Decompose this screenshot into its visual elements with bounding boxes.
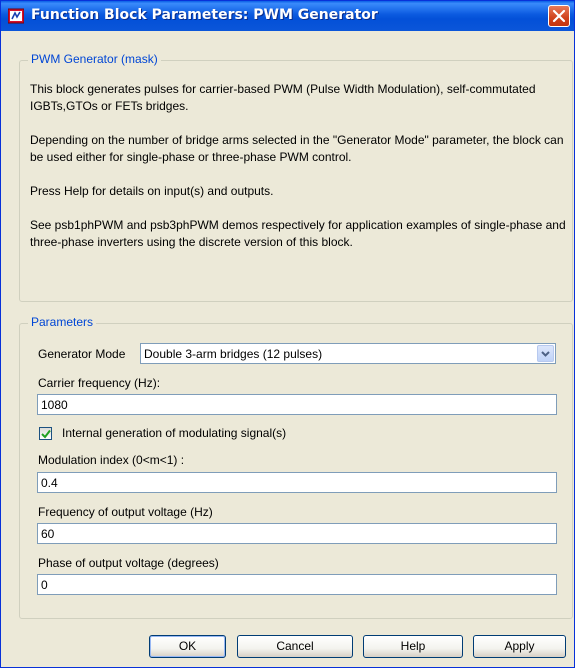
carrier-frequency-field[interactable] xyxy=(37,394,557,415)
dialog-window: Function Block Parameters: PWM Generator… xyxy=(0,0,575,668)
output-phase-field[interactable] xyxy=(37,574,557,595)
output-frequency-label: Frequency of output voltage (Hz) xyxy=(38,505,213,519)
generator-mode-select[interactable]: Double 3-arm bridges (12 pulses) xyxy=(140,343,556,364)
internal-generation-checkbox[interactable] xyxy=(39,427,52,440)
modulation-index-label: Modulation index (0<m<1) : xyxy=(38,453,185,467)
close-icon xyxy=(552,9,566,23)
title-bar[interactable]: Function Block Parameters: PWM Generator xyxy=(1,1,574,31)
generator-mode-value: Double 3-arm bridges (12 pulses) xyxy=(144,347,323,361)
output-frequency-field[interactable] xyxy=(37,523,557,544)
ok-button[interactable]: OK xyxy=(149,635,226,658)
description-paragraph-1: This block generates pulses for carrier-… xyxy=(30,82,536,113)
apply-button[interactable]: Apply xyxy=(473,635,566,658)
carrier-frequency-label: Carrier frequency (Hz): xyxy=(38,376,161,390)
parameters-group-legend: Parameters xyxy=(28,315,97,329)
output-phase-label: Phase of output voltage (degrees) xyxy=(38,556,219,570)
help-button[interactable]: Help xyxy=(363,635,463,658)
description-paragraph-2: Depending on the number of bridge arms s… xyxy=(30,133,564,164)
description-paragraph-4: See psb1phPWM and psb3phPWM demos respec… xyxy=(30,218,566,249)
chevron-down-icon xyxy=(541,351,550,357)
mask-group-legend: PWM Generator (mask) xyxy=(28,52,161,66)
close-button[interactable] xyxy=(548,5,570,27)
generator-mode-label: Generator Mode xyxy=(38,347,126,361)
mask-description-group: PWM Generator (mask) This block generate… xyxy=(19,52,573,302)
description-paragraph-3: Press Help for details on input(s) and o… xyxy=(30,184,274,198)
cancel-button[interactable]: Cancel xyxy=(237,635,353,658)
dropdown-button[interactable] xyxy=(537,345,554,362)
simulink-block-icon xyxy=(7,8,25,24)
modulation-index-field[interactable] xyxy=(37,472,557,493)
internal-generation-label[interactable]: Internal generation of modulating signal… xyxy=(62,426,286,440)
window-title: Function Block Parameters: PWM Generator xyxy=(31,7,378,23)
parameters-group: Parameters Generator Mode Double 3-arm b… xyxy=(19,315,573,619)
checkmark-icon xyxy=(41,429,51,439)
